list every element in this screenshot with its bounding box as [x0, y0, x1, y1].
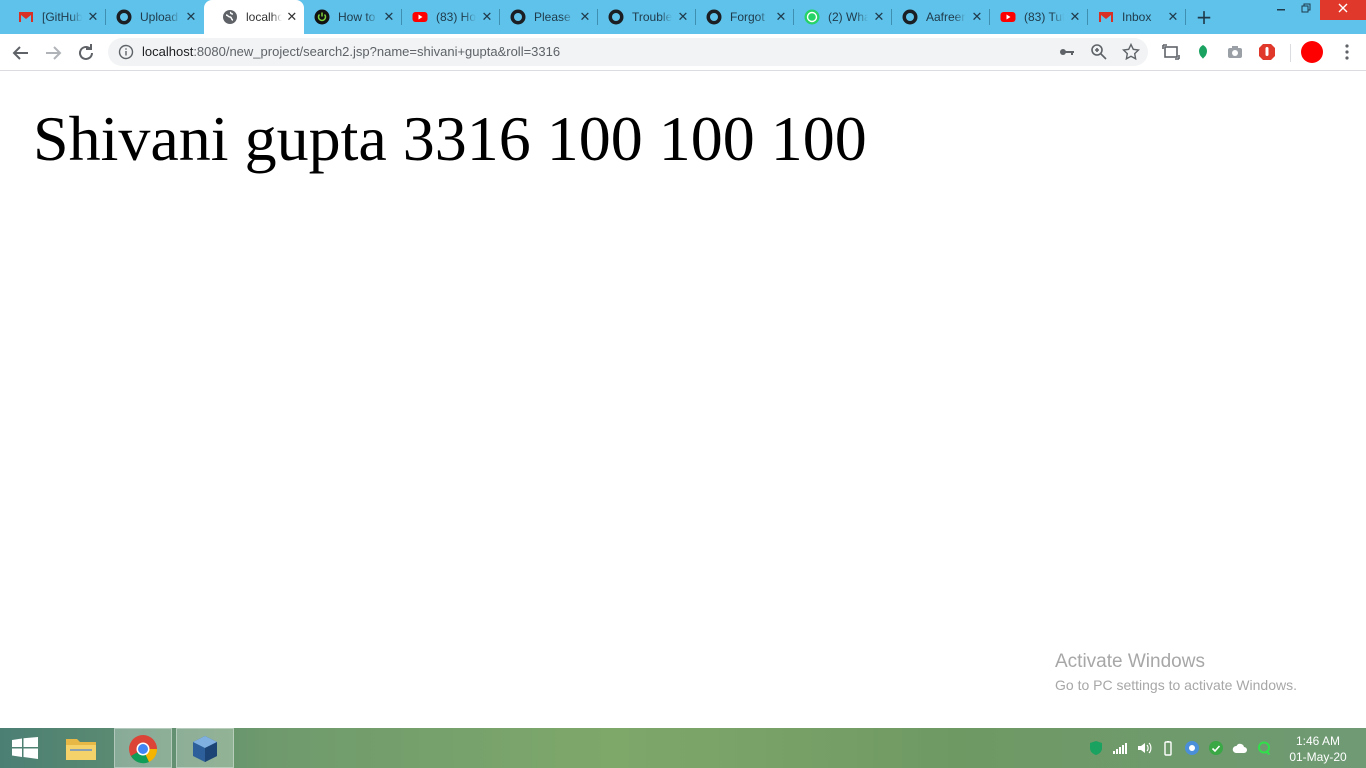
- address-bar[interactable]: localhost:8080/new_project/search2.jsp?n…: [108, 38, 1148, 66]
- tab-github-gmail[interactable]: [GitHub] ✕: [0, 0, 106, 34]
- close-icon[interactable]: ✕: [1166, 10, 1180, 25]
- tab-youtube-2[interactable]: (83) Tutorial ✕: [982, 0, 1088, 34]
- url-path: :8080/new_project/search2.jsp?name=shiva…: [193, 44, 561, 59]
- github-icon: [510, 9, 526, 25]
- folder-icon: [66, 739, 96, 760]
- info-icon[interactable]: [118, 44, 134, 60]
- tab-title: Inbox: [1122, 10, 1152, 24]
- gmail-icon: [19, 12, 33, 22]
- youtube-icon: [1000, 12, 1016, 22]
- menu-kebab-icon[interactable]: [1338, 43, 1356, 61]
- url-host: localhost: [142, 44, 194, 59]
- restore-icon: [1301, 3, 1311, 13]
- watermark-title: Activate Windows: [1055, 651, 1205, 672]
- tab-troubleshoot[interactable]: Troubleshoot ✕: [590, 0, 696, 34]
- start-button[interactable]: [0, 728, 52, 768]
- watermark-subtitle: Go to PC settings to activate Windows.: [1055, 677, 1297, 693]
- windows-logo-icon: [12, 737, 38, 759]
- cloud-icon[interactable]: [1232, 740, 1248, 756]
- adblock-icon[interactable]: [1258, 43, 1276, 61]
- tab-title: (83) Tutorial: [1024, 10, 1064, 24]
- window-close-button[interactable]: [1320, 0, 1366, 20]
- tab-strip: [GitHub] ✕ Upload ✕ localhost ✕ How to ✕…: [0, 0, 1366, 34]
- extension-leaf-icon[interactable]: [1194, 43, 1212, 61]
- globe-icon: [223, 10, 237, 24]
- camera-icon[interactable]: [1226, 43, 1244, 61]
- clock-date: 01-May-20: [1289, 750, 1347, 764]
- tab-title: localhost: [246, 10, 282, 24]
- tab-please[interactable]: Please ✕: [492, 0, 598, 34]
- key-icon[interactable]: [1058, 43, 1076, 61]
- battery-icon[interactable]: [1160, 740, 1176, 756]
- tab-title: Forgot: [730, 10, 765, 24]
- tab-separator: [1185, 9, 1186, 25]
- tab-title: How to: [338, 10, 376, 24]
- taskbar: 1:46 AM 01-May-20: [0, 728, 1366, 768]
- zoom-icon[interactable]: [1090, 43, 1108, 61]
- close-icon: [1338, 3, 1348, 13]
- restore-button[interactable]: [1292, 0, 1320, 20]
- close-icon[interactable]: ✕: [184, 10, 198, 25]
- cube-app-icon: [193, 736, 217, 762]
- system-clock[interactable]: 1:46 AM 01-May-20: [1282, 733, 1354, 765]
- network-signal-icon[interactable]: [1112, 740, 1128, 756]
- tab-forgot[interactable]: Forgot ✕: [688, 0, 794, 34]
- activate-windows-watermark: Activate Windows Go to PC settings to ac…: [1055, 651, 1297, 693]
- shield-icon[interactable]: [1088, 740, 1104, 756]
- tab-localhost[interactable]: localhost ✕: [204, 0, 304, 34]
- chrome-icon: [129, 735, 158, 764]
- tab-how-to[interactable]: How to ✕: [296, 0, 402, 34]
- github-icon: [706, 9, 722, 25]
- q-app-icon[interactable]: [1256, 740, 1272, 756]
- check-badge-icon[interactable]: [1208, 740, 1224, 756]
- tab-inbox[interactable]: Inbox ✕: [1080, 0, 1186, 34]
- new-tab-button[interactable]: +: [1193, 6, 1215, 28]
- tab-aafreen[interactable]: Aafreen ✕: [884, 0, 990, 34]
- tab-title: (83) How: [436, 10, 476, 24]
- browser-toolbar: localhost:8080/new_project/search2.jsp?n…: [0, 34, 1366, 71]
- url-text[interactable]: localhost:8080/new_project/search2.jsp?n…: [142, 44, 560, 59]
- forward-arrow-icon[interactable]: [41, 41, 65, 65]
- taskbar-chrome[interactable]: [114, 728, 172, 768]
- bookmark-star-icon[interactable]: [1122, 43, 1140, 61]
- tab-title: Troubleshoot: [632, 10, 672, 24]
- power-icon: [314, 9, 330, 25]
- whatsapp-icon: [804, 9, 820, 25]
- page-content: Shivani gupta 3316 100 100 100 Activate …: [0, 71, 1366, 728]
- tab-title: [GitHub]: [42, 10, 82, 24]
- back-arrow-icon[interactable]: [9, 41, 33, 65]
- tab-title: Aafreen: [926, 10, 966, 24]
- youtube-icon: [412, 12, 428, 22]
- gmail-icon: [1099, 12, 1113, 22]
- github-icon: [608, 9, 624, 25]
- tab-title: (2) WhatsApp: [828, 10, 868, 24]
- taskbar-file-explorer[interactable]: [52, 728, 110, 768]
- github-icon: [116, 9, 132, 25]
- volume-icon[interactable]: [1136, 740, 1152, 756]
- chrome-tray-icon[interactable]: [1184, 740, 1200, 756]
- screen-capture-icon[interactable]: [1162, 43, 1180, 61]
- tab-youtube-1[interactable]: (83) How ✕: [394, 0, 500, 34]
- tab-whatsapp[interactable]: (2) WhatsApp ✕: [786, 0, 892, 34]
- tab-title: Please: [534, 10, 571, 24]
- clock-time: 1:46 AM: [1295, 734, 1341, 748]
- minimize-button[interactable]: [1267, 0, 1295, 20]
- reload-icon[interactable]: [74, 41, 98, 65]
- tab-title: Upload: [140, 10, 179, 24]
- github-icon: [902, 9, 918, 25]
- result-text: Shivani gupta 3316 100 100 100: [33, 103, 867, 174]
- toolbar-divider: [1290, 44, 1291, 62]
- minimize-icon: [1277, 9, 1285, 11]
- system-tray: [1088, 740, 1272, 758]
- taskbar-virtualbox[interactable]: [176, 728, 234, 768]
- tab-upload[interactable]: Upload ✕: [98, 0, 204, 34]
- profile-avatar[interactable]: [1301, 41, 1323, 63]
